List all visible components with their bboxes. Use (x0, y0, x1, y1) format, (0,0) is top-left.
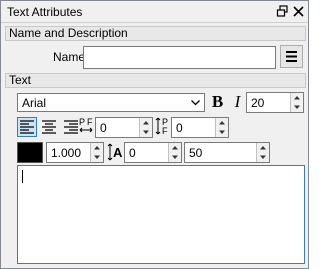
spin-buttons (90, 143, 103, 162)
spin-up-icon[interactable] (91, 143, 103, 152)
spin-up-icon[interactable] (291, 93, 303, 102)
section-header-name-and-description[interactable]: Name and Description (5, 26, 306, 41)
spin-buttons (168, 143, 181, 162)
line-height-stepper[interactable] (184, 142, 270, 163)
opacity-stepper[interactable] (46, 142, 104, 163)
text-attributes-panel: Text Attributes Name and Description Nam… (0, 0, 309, 269)
align-left-icon (20, 120, 34, 134)
title-bar: Text Attributes (1, 1, 308, 23)
spin-down-icon[interactable] (91, 153, 103, 162)
spin-up-icon[interactable] (216, 118, 228, 127)
font-size-input[interactable] (247, 93, 291, 112)
close-icon[interactable] (292, 5, 305, 18)
paragraph-spacing-icon: P F (155, 117, 168, 136)
window-title: Text Attributes (7, 5, 83, 19)
spin-down-icon[interactable] (169, 153, 181, 162)
section-label: Text (9, 73, 32, 87)
paragraph-spacing-input[interactable] (172, 118, 216, 137)
opacity-input[interactable] (47, 143, 91, 162)
spin-buttons (215, 118, 228, 137)
chevron-down-icon (191, 100, 200, 106)
section-header-text[interactable]: Text (5, 73, 306, 88)
spin-up-icon[interactable] (169, 143, 181, 152)
spin-buttons (139, 118, 152, 137)
align-left-button[interactable] (17, 117, 37, 137)
menu-icon (286, 51, 297, 62)
spin-up-icon[interactable] (140, 118, 152, 127)
paragraph-indent-input[interactable] (96, 118, 140, 137)
restore-icon[interactable] (276, 5, 289, 18)
align-center-icon (42, 120, 56, 134)
svg-text:F: F (162, 126, 168, 136)
line-height-input[interactable] (185, 143, 257, 162)
spin-buttons (290, 93, 303, 112)
text-content-area[interactable] (17, 165, 305, 264)
spin-down-icon[interactable] (291, 103, 303, 112)
spin-down-icon[interactable] (216, 128, 228, 137)
svg-text:A: A (113, 145, 123, 160)
paragraph-spacing-stepper[interactable] (171, 117, 229, 138)
font-family-select[interactable]: Arial (17, 93, 205, 112)
name-label: Name (53, 50, 86, 64)
character-spacing-stepper[interactable] (124, 142, 182, 163)
spin-up-icon[interactable] (257, 143, 269, 152)
paragraph-indent-stepper[interactable] (95, 117, 153, 138)
text-color-swatch[interactable] (17, 142, 43, 163)
spin-down-icon[interactable] (140, 128, 152, 137)
svg-text:P: P (79, 117, 85, 127)
italic-button[interactable]: I (229, 92, 246, 112)
menu-button[interactable] (280, 45, 303, 68)
paragraph-indent-icon: P F (79, 117, 93, 133)
spin-buttons (256, 143, 269, 162)
font-size-stepper[interactable] (246, 92, 304, 113)
bold-button[interactable]: B (209, 92, 226, 112)
align-center-button[interactable] (39, 117, 59, 137)
section-label: Name and Description (9, 26, 128, 40)
text-caret (22, 170, 23, 183)
character-spacing-input[interactable] (125, 143, 169, 162)
spin-down-icon[interactable] (257, 153, 269, 162)
font-family-value: Arial (22, 96, 47, 110)
letter-spacing-icon: A (107, 143, 123, 161)
name-field[interactable] (83, 46, 276, 69)
svg-text:F: F (87, 117, 93, 127)
